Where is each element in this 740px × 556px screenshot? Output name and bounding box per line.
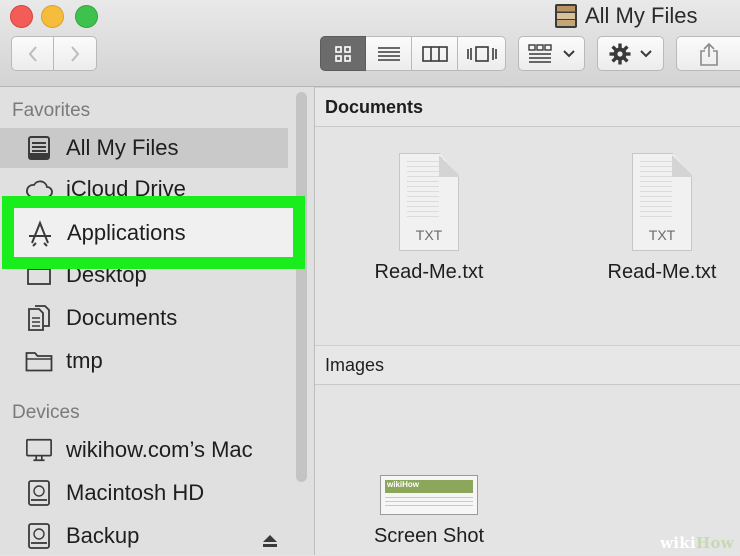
sidebar-section-favorites: Favorites bbox=[12, 100, 91, 121]
watermark-wiki: wiki bbox=[660, 534, 696, 552]
sidebar-item-label: Macintosh HD bbox=[66, 480, 205, 505]
window-title: All My Files bbox=[555, 2, 697, 30]
arrange-button[interactable] bbox=[518, 36, 585, 71]
screenshot-thumbnail: wikiHow bbox=[380, 475, 478, 515]
arrange-icon bbox=[527, 43, 552, 63]
sidebar-item-label: tmp bbox=[66, 348, 103, 373]
file-browser-content: Documents TXT Read-Me.txt TXT Read-Me.tx… bbox=[315, 87, 740, 555]
window-toolbar: All My Files bbox=[0, 0, 740, 87]
grid-icon bbox=[335, 45, 351, 62]
watermark-how: How bbox=[696, 534, 734, 552]
list-view-button[interactable] bbox=[366, 36, 412, 71]
sidebar-item-label: Backup bbox=[66, 523, 140, 548]
action-button[interactable] bbox=[597, 36, 664, 71]
sidebar-item-macintosh-hd[interactable]: Macintosh HD bbox=[0, 473, 290, 513]
window-title-text: All My Files bbox=[585, 3, 698, 28]
minimize-window-button[interactable] bbox=[41, 5, 64, 28]
chevron-down-icon bbox=[639, 49, 652, 57]
sidebar-item-all-my-files[interactable]: All My Files bbox=[0, 128, 288, 168]
sidebar: Favorites All My Files iCloud Drive Desk… bbox=[0, 87, 315, 555]
documents-icon bbox=[25, 304, 53, 332]
file-name: Screen Shot bbox=[373, 525, 485, 547]
all-my-files-icon bbox=[25, 134, 53, 162]
file-extension-label: TXT bbox=[415, 227, 443, 243]
wikihow-watermark: wikiHow bbox=[660, 534, 734, 552]
icon-view-button[interactable] bbox=[320, 36, 366, 71]
sidebar-item-label: Applications bbox=[67, 219, 186, 245]
sidebar-scrollbar[interactable] bbox=[296, 92, 307, 482]
chevron-left-icon bbox=[28, 45, 37, 62]
sidebar-item-applications[interactable]: Applications bbox=[2, 196, 305, 269]
group-title: Images bbox=[325, 355, 385, 375]
file-extension-label: TXT bbox=[648, 227, 676, 243]
folder-icon bbox=[25, 347, 53, 375]
sidebar-item-mac[interactable]: wikihow.com’s Mac bbox=[0, 430, 290, 470]
file-item[interactable]: TXT Read-Me.txt bbox=[572, 153, 740, 284]
zoom-window-button[interactable] bbox=[75, 5, 98, 28]
forward-button[interactable] bbox=[54, 36, 97, 71]
chevron-down-icon bbox=[562, 49, 575, 57]
column-view-button[interactable] bbox=[412, 36, 458, 71]
file-name: Read-Me.txt bbox=[374, 261, 484, 283]
sidebar-item-documents[interactable]: Documents bbox=[0, 298, 290, 338]
thumbnail-logo-text: wikiHow bbox=[387, 480, 420, 489]
sidebar-section-devices: Devices bbox=[12, 402, 80, 423]
sidebar-item-label: Documents bbox=[66, 305, 178, 330]
gear-icon bbox=[609, 43, 630, 64]
file-name: Read-Me.txt bbox=[607, 261, 717, 283]
cover-flow-icon bbox=[466, 45, 497, 62]
share-icon bbox=[699, 42, 718, 66]
sidebar-item-backup[interactable]: Backup bbox=[0, 516, 290, 556]
group-header-documents: Documents bbox=[315, 87, 740, 127]
hard-drive-icon bbox=[25, 522, 53, 550]
sidebar-item-label: All My Files bbox=[66, 135, 179, 160]
all-my-files-icon bbox=[555, 4, 577, 28]
group-header-images: Images bbox=[315, 345, 740, 385]
computer-icon bbox=[25, 436, 53, 464]
hard-drive-icon bbox=[25, 479, 53, 507]
sidebar-item-label: wikihow.com’s Mac bbox=[66, 437, 253, 462]
file-item[interactable]: TXT Read-Me.txt bbox=[339, 153, 519, 284]
applications-icon bbox=[26, 219, 54, 247]
back-button[interactable] bbox=[11, 36, 54, 71]
columns-icon bbox=[421, 45, 448, 62]
share-button[interactable] bbox=[676, 36, 740, 71]
close-window-button[interactable] bbox=[10, 5, 33, 28]
chevron-right-icon bbox=[71, 45, 80, 62]
text-document-icon: TXT bbox=[399, 153, 459, 251]
group-title: Documents bbox=[325, 97, 424, 117]
view-mode-control bbox=[320, 36, 506, 71]
file-item[interactable]: wikiHow Screen Shot bbox=[339, 475, 519, 548]
text-document-icon: TXT bbox=[632, 153, 692, 251]
cover-flow-view-button[interactable] bbox=[458, 36, 506, 71]
eject-icon[interactable] bbox=[262, 528, 278, 554]
list-icon bbox=[377, 46, 400, 61]
sidebar-item-tmp[interactable]: tmp bbox=[0, 341, 290, 381]
